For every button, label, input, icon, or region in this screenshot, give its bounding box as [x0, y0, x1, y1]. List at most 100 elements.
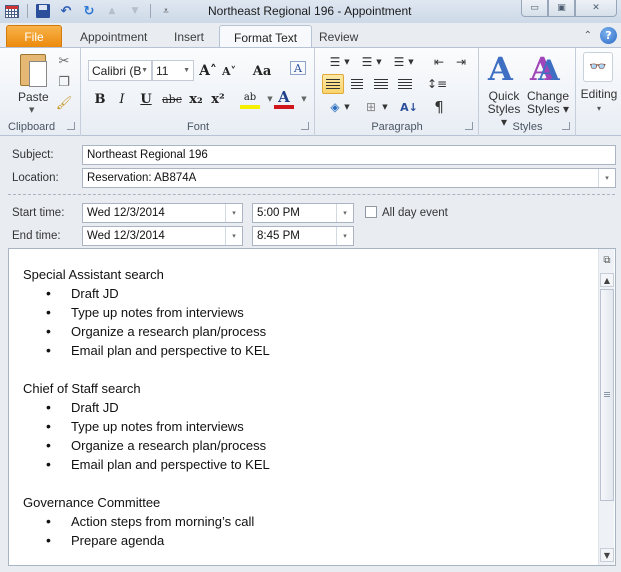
start-date-picker[interactable]: Wed 12/3/2014 ▾ [82, 203, 243, 223]
clipboard-launcher-icon[interactable] [67, 122, 75, 130]
end-date-picker[interactable]: Wed 12/3/2014 ▾ [82, 226, 243, 246]
editing-group[interactable]: 👓 Editing ▾ [577, 48, 621, 136]
change-case-icon[interactable]: Aa [249, 61, 275, 81]
end-time-picker[interactable]: 8:45 PM ▾ [252, 226, 354, 246]
list-item: Draft JD [23, 398, 270, 417]
location-dropdown-icon[interactable]: ▾ [598, 169, 615, 187]
help-icon[interactable]: ? [600, 27, 617, 44]
borders-button[interactable]: ⊞ [360, 97, 382, 117]
decrease-indent-button[interactable]: ⇤ [428, 52, 450, 72]
list-item: Type up notes from interviews [23, 303, 270, 322]
shading-dropdown-icon[interactable]: ▼ [342, 97, 352, 117]
cut-icon[interactable]: ✂ [56, 53, 72, 69]
close-icon: ✕ [592, 3, 600, 13]
location-input[interactable]: Reservation: AB874A ▾ [82, 168, 616, 188]
qat-separator [150, 4, 151, 18]
customize-qat-icon[interactable]: ⩡ [158, 3, 174, 19]
end-date-value: Wed 12/3/2014 [87, 230, 165, 242]
show-formatting-button[interactable]: ¶ [428, 97, 450, 117]
align-left-button[interactable] [322, 74, 344, 94]
font-color-dropdown-icon[interactable]: ▼ [294, 89, 314, 109]
all-day-checkbox[interactable] [365, 206, 377, 218]
highlight-color-button[interactable]: ab [240, 89, 260, 109]
subscript-button[interactable]: x₂ [186, 89, 206, 109]
font-group: Calibri (B ▼ 11 ▼ A˄ A˅ Aa A B I U abc x₂ … [82, 48, 315, 136]
format-painter-icon[interactable]: 🖌 [56, 95, 73, 111]
start-date-value: Wed 12/3/2014 [87, 207, 165, 219]
section-title: Special Assistant search [23, 267, 164, 282]
clear-formatting-icon[interactable]: A [290, 61, 306, 75]
sort-button[interactable]: A↓ [398, 97, 420, 117]
subject-label: Subject: [12, 149, 54, 161]
align-left-icon [326, 78, 340, 90]
ribbon-tabs: File Appointment Insert Format Text Revi… [0, 23, 621, 50]
font-name-dropdown[interactable]: Calibri (B ▼ [88, 60, 152, 81]
paste-icon[interactable] [20, 54, 47, 87]
paste-button[interactable]: Paste [18, 90, 49, 104]
tab-appointment[interactable]: Appointment [66, 25, 161, 48]
scroll-thumb[interactable] [600, 289, 614, 501]
paragraph-group: ☰ ▼ ☰ ▼ ☰ ▼ ⇤ ⇥ ↕≡ ◈ ▼ ⊞ ▼ A↓ ¶ Paragrap… [316, 48, 479, 136]
italic-button[interactable]: I [112, 89, 132, 109]
vertical-scrollbar[interactable]: ⧉ ▲ ▼ [598, 249, 614, 565]
notes-section: Governance Committee Action steps from m… [23, 493, 270, 550]
strikethrough-button[interactable]: abc [160, 89, 184, 109]
bold-button[interactable]: B [90, 89, 110, 109]
start-time-picker[interactable]: 5:00 PM ▾ [252, 203, 354, 223]
list-item: Organize a research plan/process [23, 322, 270, 341]
align-center-button[interactable] [346, 74, 368, 94]
increase-indent-button[interactable]: ⇥ [450, 52, 472, 72]
start-time-dropdown-icon[interactable]: ▾ [336, 204, 353, 222]
scroll-up-button[interactable]: ▲ [600, 273, 614, 287]
quick-access-toolbar: ↶ ↻ ▲ ▼ ⩡ [4, 3, 174, 19]
tab-review[interactable]: Review [305, 25, 372, 48]
section-title: Governance Committee [23, 495, 161, 510]
align-right-button[interactable] [370, 74, 392, 94]
multilevel-dropdown-icon[interactable]: ▼ [406, 52, 416, 72]
font-color-button[interactable]: A [274, 88, 294, 109]
split-view-icon[interactable]: ⧉ [600, 253, 614, 267]
end-date-dropdown-icon[interactable]: ▾ [225, 227, 242, 245]
next-item-icon[interactable]: ▼ [127, 3, 143, 19]
grow-font-icon[interactable]: A˄ [198, 61, 218, 81]
list-item: Organize a research plan/process [23, 436, 270, 455]
superscript-button[interactable]: x² [208, 89, 228, 109]
numbering-dropdown-icon[interactable]: ▼ [374, 52, 384, 72]
scroll-down-button[interactable]: ▼ [600, 548, 614, 562]
styles-launcher-icon[interactable] [562, 122, 570, 130]
previous-item-icon[interactable]: ▲ [104, 3, 120, 19]
justify-button[interactable] [394, 74, 416, 94]
undo-icon[interactable]: ↶ [58, 3, 74, 19]
start-date-dropdown-icon[interactable]: ▾ [225, 204, 242, 222]
end-time-label: End time: [12, 230, 61, 242]
paste-dropdown-icon[interactable]: ▼ [29, 106, 34, 114]
underline-button[interactable]: U [136, 89, 156, 109]
tab-file[interactable]: File [6, 25, 62, 48]
line-spacing-button[interactable]: ↕≡ [426, 74, 448, 94]
subject-input[interactable]: Northeast Regional 196 [82, 145, 616, 165]
copy-icon[interactable]: ❐ [56, 74, 72, 90]
calendar-icon[interactable] [4, 3, 20, 19]
paragraph-launcher-icon[interactable] [465, 122, 473, 130]
font-launcher-icon[interactable] [301, 122, 309, 130]
maximize-button[interactable]: ▣ [548, 0, 575, 17]
list-item: Type up notes from interviews [23, 417, 270, 436]
minimize-button[interactable]: ▭ [521, 0, 548, 17]
bullets-dropdown-icon[interactable]: ▼ [342, 52, 352, 72]
save-icon[interactable] [35, 3, 51, 19]
appointment-body-editor[interactable]: Special Assistant search Draft JD Type u… [8, 248, 616, 566]
borders-dropdown-icon[interactable]: ▼ [380, 97, 390, 117]
close-button[interactable]: ✕ [575, 0, 617, 17]
font-size-dropdown[interactable]: 11 ▼ [152, 60, 194, 81]
end-time-dropdown-icon[interactable]: ▾ [336, 227, 353, 245]
window-controls: ▭ ▣ ✕ [521, 0, 617, 17]
shrink-font-icon[interactable]: A˅ [219, 61, 239, 81]
collapse-ribbon-icon[interactable]: ⌃ [584, 30, 592, 41]
styles-group: A Quick Styles ▾ A A Change Styles ▾ Style… [480, 48, 576, 136]
end-time-value: 8:45 PM [257, 230, 300, 242]
redo-icon[interactable]: ↻ [81, 3, 97, 19]
tab-insert[interactable]: Insert [160, 25, 218, 48]
qat-separator [27, 4, 28, 18]
clipboard-group: Paste ▼ ✂ ❐ 🖌 Clipboard [0, 48, 81, 136]
subject-value: Northeast Regional 196 [87, 149, 208, 161]
